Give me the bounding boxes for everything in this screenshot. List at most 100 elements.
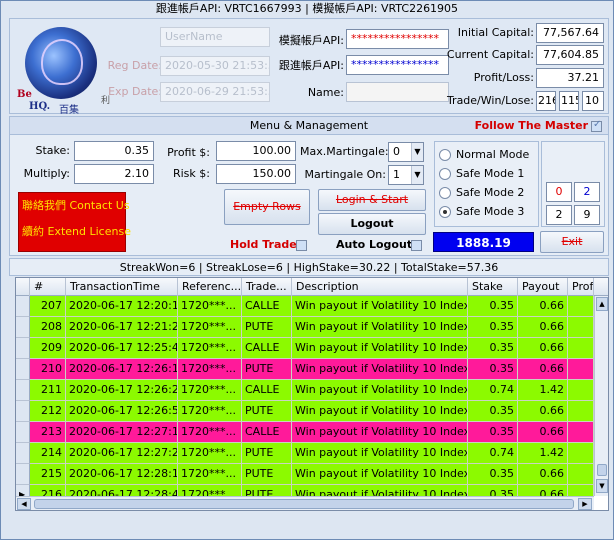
row-header[interactable] bbox=[16, 380, 30, 401]
column-header-time[interactable]: TransactionTime bbox=[66, 278, 178, 296]
grid-cell-d: 9 bbox=[574, 205, 600, 225]
trade-win-lose-label: Trade/Win/Lose: bbox=[446, 94, 534, 107]
cell-profit bbox=[568, 317, 594, 338]
risk-input[interactable]: 150.00 bbox=[216, 164, 296, 184]
cell-id: 212 bbox=[30, 401, 66, 422]
empty-rows-button[interactable]: Empty Rows bbox=[224, 189, 310, 225]
column-header-id[interactable]: # bbox=[30, 278, 66, 296]
cell-desc: Win payout if Volatility 10 Index... bbox=[292, 422, 468, 443]
cell-trade: PUTE bbox=[242, 359, 292, 380]
cell-payout: 1.42 bbox=[518, 443, 568, 464]
row-header[interactable] bbox=[16, 464, 30, 485]
table-row[interactable]: 212 2020-06-17 12:26:51 1720***... PUTE Win … bbox=[16, 401, 594, 422]
cell-profit bbox=[568, 296, 594, 317]
row-header[interactable] bbox=[16, 443, 30, 464]
cell-id: 214 bbox=[30, 443, 66, 464]
multiply-input[interactable]: 2.10 bbox=[74, 164, 154, 184]
demo-api-label: 模擬帳戶API: bbox=[278, 34, 344, 47]
cell-trade: PUTE bbox=[242, 464, 292, 485]
cell-id: 209 bbox=[30, 338, 66, 359]
grid-cell-c: 2 bbox=[546, 205, 572, 225]
scroll-up-icon[interactable]: ▲ bbox=[596, 297, 608, 311]
scroll-thumb[interactable] bbox=[597, 464, 607, 476]
follow-master-checkbox[interactable]: ✓ bbox=[591, 119, 602, 132]
follow-api-label: 跟進帳戶API: bbox=[278, 59, 344, 72]
cell-id: 215 bbox=[30, 464, 66, 485]
cell-time: 2020-06-17 12:28:11 bbox=[66, 464, 178, 485]
horizontal-scroll-thumb[interactable] bbox=[34, 499, 574, 509]
cell-profit bbox=[568, 338, 594, 359]
row-header[interactable] bbox=[16, 401, 30, 422]
hold-trade-checkbox[interactable] bbox=[296, 240, 307, 251]
extend-license-link[interactable]: 續約 Extend License bbox=[19, 219, 131, 245]
logout-button[interactable]: Logout bbox=[318, 213, 426, 235]
radio-icon[interactable] bbox=[439, 187, 451, 199]
column-header-profit[interactable]: Profit bbox=[568, 278, 594, 296]
login-start-button[interactable]: Login & Start bbox=[318, 189, 426, 211]
cell-desc: Win payout if Volatility 10 Index... bbox=[292, 443, 468, 464]
cell-desc: Win payout if Volatility 10 Index... bbox=[292, 380, 468, 401]
current-capital-value: 77,604.85 bbox=[536, 45, 604, 65]
table-row[interactable]: 215 2020-06-17 12:28:11 1720***... PUTE Win … bbox=[16, 464, 594, 485]
username-field[interactable]: UserName bbox=[160, 27, 270, 47]
table-row[interactable]: 210 2020-06-17 12:26:19 1720***... PUTE Win … bbox=[16, 359, 594, 380]
check-icon: ✓ bbox=[593, 119, 602, 130]
trade-count: 216 bbox=[536, 91, 556, 111]
profit-loss-value: 37.21 bbox=[536, 68, 604, 88]
exit-button[interactable]: Exit bbox=[540, 231, 604, 253]
profit-target-input[interactable]: 100.00 bbox=[216, 141, 296, 161]
logo-be-text: Be bbox=[17, 89, 32, 100]
stake-label: Stake: bbox=[35, 144, 71, 157]
auto-logout-checkbox[interactable] bbox=[411, 240, 422, 251]
row-header[interactable] bbox=[16, 338, 30, 359]
martingale-on-select[interactable]: 1 ▼ bbox=[388, 165, 424, 185]
table-row[interactable]: 209 2020-06-17 12:25:47 1720***... CALLE Win… bbox=[16, 338, 594, 359]
cell-trade: CALLE bbox=[242, 296, 292, 317]
streak-grid: 0 2 2 9 bbox=[541, 141, 605, 227]
column-header-description[interactable]: Description bbox=[292, 278, 468, 296]
cell-desc: Win payout if Volatility 10 Index... bbox=[292, 338, 468, 359]
scroll-left-icon[interactable]: ◀ bbox=[17, 498, 31, 510]
radio-icon[interactable] bbox=[439, 149, 451, 161]
cell-profit bbox=[568, 422, 594, 443]
cell-trade: CALLE bbox=[242, 380, 292, 401]
column-header-reference[interactable]: Referenc... bbox=[178, 278, 242, 296]
column-header-trade[interactable]: Trade... bbox=[242, 278, 292, 296]
name-label: Name: bbox=[307, 86, 344, 99]
table-row[interactable]: 208 2020-06-17 12:21:22 1720***... PUTE Win … bbox=[16, 317, 594, 338]
table-row[interactable]: 207 2020-06-17 12:20:18 1720***... CALLE Win… bbox=[16, 296, 594, 317]
max-martingale-select[interactable]: 0 ▼ bbox=[388, 142, 424, 162]
follow-api-field[interactable]: **************** bbox=[346, 55, 449, 75]
app-window: 跟進帳戶API: VRTC1667993 | 模擬帳戶API: VRTC2261… bbox=[0, 0, 614, 540]
contact-panel[interactable]: 聯絡我們 Contact Us 續約 Extend License bbox=[18, 192, 131, 252]
cell-trade: PUTE bbox=[242, 401, 292, 422]
trades-table: # TransactionTime Referenc... Trade... D… bbox=[15, 277, 609, 511]
column-header-payout[interactable]: Payout bbox=[518, 278, 568, 296]
contact-us-link[interactable]: 聯絡我們 Contact Us bbox=[19, 193, 130, 219]
profit-loss-label: Profit/Loss: bbox=[473, 71, 534, 84]
martingale-on-label: Martingale On: bbox=[304, 168, 386, 181]
table-row[interactable]: 213 2020-06-17 12:27:15 1720***... CALLE Win… bbox=[16, 422, 594, 443]
horizontal-scrollbar[interactable]: ◀ ▶ bbox=[16, 496, 594, 510]
row-header[interactable] bbox=[16, 359, 30, 380]
demo-api-field[interactable]: **************** bbox=[346, 29, 449, 49]
column-header-stake[interactable]: Stake bbox=[468, 278, 518, 296]
scroll-right-icon[interactable]: ▶ bbox=[578, 498, 592, 510]
cell-id: 208 bbox=[30, 317, 66, 338]
chevron-down-icon[interactable]: ▼ bbox=[411, 143, 423, 161]
table-row[interactable]: 211 2020-06-17 12:26:27 1720***... CALLE Win… bbox=[16, 380, 594, 401]
cell-stake: 0.35 bbox=[468, 422, 518, 443]
cell-id: 210 bbox=[30, 359, 66, 380]
chevron-down-icon[interactable]: ▼ bbox=[411, 166, 423, 184]
scroll-down-icon[interactable]: ▼ bbox=[596, 479, 608, 493]
table-row[interactable]: 214 2020-06-17 12:27:23 1720***... PUTE Win … bbox=[16, 443, 594, 464]
radio-selected-icon[interactable] bbox=[439, 206, 451, 218]
vertical-scrollbar[interactable]: ▲ ▼ bbox=[594, 296, 608, 496]
cell-trade: PUTE bbox=[242, 443, 292, 464]
radio-icon[interactable] bbox=[439, 168, 451, 180]
row-header[interactable] bbox=[16, 422, 30, 443]
menu-title: Menu & Management bbox=[249, 119, 369, 132]
stake-input[interactable]: 0.35 bbox=[74, 141, 154, 161]
row-header[interactable] bbox=[16, 317, 30, 338]
row-header[interactable] bbox=[16, 296, 30, 317]
